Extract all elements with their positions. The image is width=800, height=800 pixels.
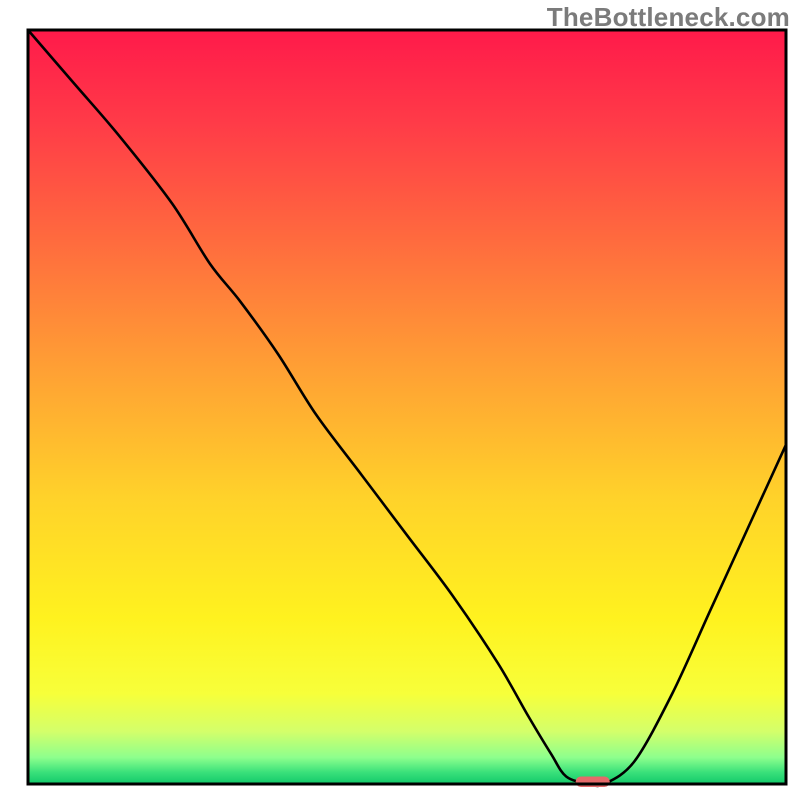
watermark-text: TheBottleneck.com [547, 2, 790, 33]
chart-container: TheBottleneck.com [0, 0, 800, 800]
chart-background [28, 30, 786, 784]
chart-svg [0, 0, 800, 800]
